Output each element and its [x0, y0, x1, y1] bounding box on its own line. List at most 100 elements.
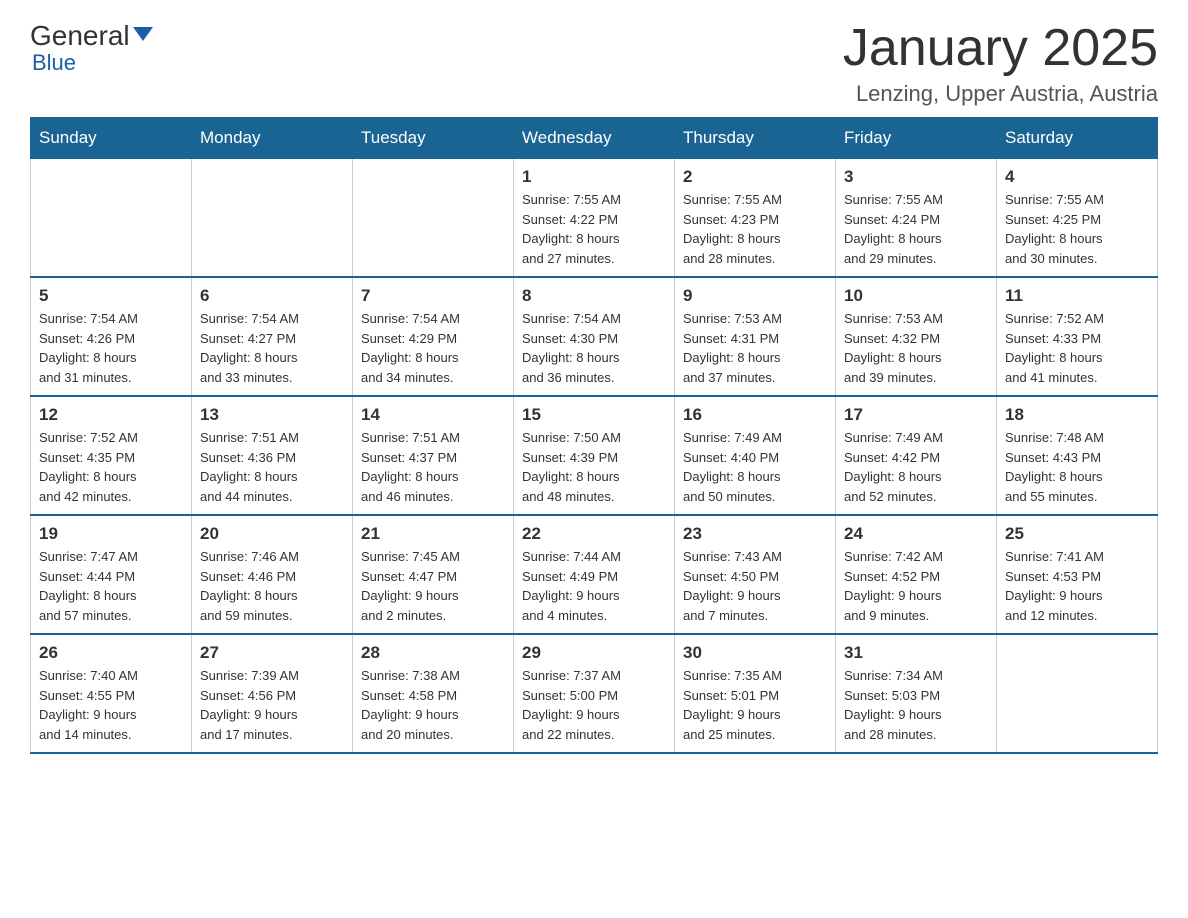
- calendar-cell: [353, 159, 514, 278]
- day-info: Sunrise: 7:53 AM Sunset: 4:32 PM Dayligh…: [844, 309, 988, 387]
- day-number: 15: [522, 405, 666, 425]
- calendar-cell: 18 Sunrise: 7:48 AM Sunset: 4:43 PM Dayli…: [997, 396, 1158, 515]
- day-number: 29: [522, 643, 666, 663]
- day-info: Sunrise: 7:54 AM Sunset: 4:27 PM Dayligh…: [200, 309, 344, 387]
- calendar-cell: 9Sunrise: 7:53 AM Sunset: 4:31 PM Daylig…: [675, 277, 836, 396]
- day-number: 4: [1005, 167, 1149, 187]
- logo-blue-text: Blue: [32, 50, 76, 76]
- week-row-3: 12 Sunrise: 7:52 AM Sunset: 4:35 PM Dayli…: [31, 396, 1158, 515]
- day-info: Sunrise: 7:42 AM Sunset: 4:52 PM Dayligh…: [844, 547, 988, 625]
- header-sunday: Sunday: [31, 118, 192, 159]
- day-number: 31: [844, 643, 988, 663]
- calendar-cell: 6 Sunrise: 7:54 AM Sunset: 4:27 PM Daylig…: [192, 277, 353, 396]
- header-tuesday: Tuesday: [353, 118, 514, 159]
- calendar-cell: 12 Sunrise: 7:52 AM Sunset: 4:35 PM Dayli…: [31, 396, 192, 515]
- calendar-cell: 7 Sunrise: 7:54 AM Sunset: 4:29 PM Daylig…: [353, 277, 514, 396]
- calendar-cell: 27 Sunrise: 7:39 AM Sunset: 4:56 PM Dayli…: [192, 634, 353, 753]
- day-info: Sunrise: 7:54 AM Sunset: 4:26 PM Dayligh…: [39, 309, 183, 387]
- day-number: 6: [200, 286, 344, 306]
- day-info: Sunrise: 7:39 AM Sunset: 4:56 PM Dayligh…: [200, 666, 344, 744]
- calendar-cell: 16 Sunrise: 7:49 AM Sunset: 4:40 PM Dayli…: [675, 396, 836, 515]
- calendar-cell: [192, 159, 353, 278]
- day-info: Sunrise: 7:48 AM Sunset: 4:43 PM Dayligh…: [1005, 428, 1149, 506]
- day-info: Sunrise: 7:55 AM Sunset: 4:24 PM Dayligh…: [844, 190, 988, 268]
- day-info: Sunrise: 7:35 AM Sunset: 5:01 PM Dayligh…: [683, 666, 827, 744]
- day-number: 19: [39, 524, 183, 544]
- header-saturday: Saturday: [997, 118, 1158, 159]
- calendar-cell: 10Sunrise: 7:53 AM Sunset: 4:32 PM Dayli…: [836, 277, 997, 396]
- logo-general-text: General: [30, 20, 130, 52]
- calendar-table: SundayMondayTuesdayWednesdayThursdayFrid…: [30, 117, 1158, 754]
- day-number: 14: [361, 405, 505, 425]
- day-info: Sunrise: 7:51 AM Sunset: 4:36 PM Dayligh…: [200, 428, 344, 506]
- calendar-cell: 25 Sunrise: 7:41 AM Sunset: 4:53 PM Dayli…: [997, 515, 1158, 634]
- day-number: 25: [1005, 524, 1149, 544]
- day-number: 17: [844, 405, 988, 425]
- day-info: Sunrise: 7:51 AM Sunset: 4:37 PM Dayligh…: [361, 428, 505, 506]
- logo-triangle-icon: [133, 27, 153, 41]
- calendar-cell: 15 Sunrise: 7:50 AM Sunset: 4:39 PM Dayli…: [514, 396, 675, 515]
- day-info: Sunrise: 7:50 AM Sunset: 4:39 PM Dayligh…: [522, 428, 666, 506]
- day-number: 1: [522, 167, 666, 187]
- header-friday: Friday: [836, 118, 997, 159]
- day-number: 18: [1005, 405, 1149, 425]
- calendar-cell: 22 Sunrise: 7:44 AM Sunset: 4:49 PM Dayli…: [514, 515, 675, 634]
- week-row-5: 26Sunrise: 7:40 AM Sunset: 4:55 PM Dayli…: [31, 634, 1158, 753]
- header-wednesday: Wednesday: [514, 118, 675, 159]
- calendar-cell: 31 Sunrise: 7:34 AM Sunset: 5:03 PM Dayli…: [836, 634, 997, 753]
- logo: General Blue: [30, 20, 153, 76]
- day-info: Sunrise: 7:41 AM Sunset: 4:53 PM Dayligh…: [1005, 547, 1149, 625]
- day-info: Sunrise: 7:54 AM Sunset: 4:29 PM Dayligh…: [361, 309, 505, 387]
- day-number: 7: [361, 286, 505, 306]
- day-info: Sunrise: 7:40 AM Sunset: 4:55 PM Dayligh…: [39, 666, 183, 744]
- day-info: Sunrise: 7:34 AM Sunset: 5:03 PM Dayligh…: [844, 666, 988, 744]
- calendar-cell: 1 Sunrise: 7:55 AM Sunset: 4:22 PM Daylig…: [514, 159, 675, 278]
- day-number: 5: [39, 286, 183, 306]
- day-info: Sunrise: 7:49 AM Sunset: 4:42 PM Dayligh…: [844, 428, 988, 506]
- day-info: Sunrise: 7:52 AM Sunset: 4:35 PM Dayligh…: [39, 428, 183, 506]
- week-row-2: 5 Sunrise: 7:54 AM Sunset: 4:26 PM Daylig…: [31, 277, 1158, 396]
- calendar-cell: 21 Sunrise: 7:45 AM Sunset: 4:47 PM Dayli…: [353, 515, 514, 634]
- calendar-cell: 5 Sunrise: 7:54 AM Sunset: 4:26 PM Daylig…: [31, 277, 192, 396]
- week-row-4: 19 Sunrise: 7:47 AM Sunset: 4:44 PM Dayli…: [31, 515, 1158, 634]
- week-row-1: 1 Sunrise: 7:55 AM Sunset: 4:22 PM Daylig…: [31, 159, 1158, 278]
- header-thursday: Thursday: [675, 118, 836, 159]
- calendar-cell: 17 Sunrise: 7:49 AM Sunset: 4:42 PM Dayli…: [836, 396, 997, 515]
- day-number: 2: [683, 167, 827, 187]
- day-info: Sunrise: 7:45 AM Sunset: 4:47 PM Dayligh…: [361, 547, 505, 625]
- day-number: 28: [361, 643, 505, 663]
- calendar-cell: 30Sunrise: 7:35 AM Sunset: 5:01 PM Dayli…: [675, 634, 836, 753]
- day-number: 27: [200, 643, 344, 663]
- day-number: 23: [683, 524, 827, 544]
- day-number: 22: [522, 524, 666, 544]
- day-number: 3: [844, 167, 988, 187]
- calendar-header-row: SundayMondayTuesdayWednesdayThursdayFrid…: [31, 118, 1158, 159]
- calendar-cell: 19 Sunrise: 7:47 AM Sunset: 4:44 PM Dayli…: [31, 515, 192, 634]
- day-number: 16: [683, 405, 827, 425]
- title-section: January 2025 Lenzing, Upper Austria, Aus…: [843, 20, 1158, 107]
- day-number: 21: [361, 524, 505, 544]
- day-number: 8: [522, 286, 666, 306]
- day-info: Sunrise: 7:47 AM Sunset: 4:44 PM Dayligh…: [39, 547, 183, 625]
- day-number: 13: [200, 405, 344, 425]
- calendar-cell: 13 Sunrise: 7:51 AM Sunset: 4:36 PM Dayli…: [192, 396, 353, 515]
- day-info: Sunrise: 7:44 AM Sunset: 4:49 PM Dayligh…: [522, 547, 666, 625]
- calendar-cell: 14 Sunrise: 7:51 AM Sunset: 4:37 PM Dayli…: [353, 396, 514, 515]
- day-info: Sunrise: 7:37 AM Sunset: 5:00 PM Dayligh…: [522, 666, 666, 744]
- day-info: Sunrise: 7:49 AM Sunset: 4:40 PM Dayligh…: [683, 428, 827, 506]
- day-number: 12: [39, 405, 183, 425]
- calendar-cell: 23 Sunrise: 7:43 AM Sunset: 4:50 PM Dayli…: [675, 515, 836, 634]
- location-text: Lenzing, Upper Austria, Austria: [843, 81, 1158, 107]
- day-info: Sunrise: 7:54 AM Sunset: 4:30 PM Dayligh…: [522, 309, 666, 387]
- calendar-cell: 11Sunrise: 7:52 AM Sunset: 4:33 PM Dayli…: [997, 277, 1158, 396]
- day-info: Sunrise: 7:55 AM Sunset: 4:22 PM Dayligh…: [522, 190, 666, 268]
- day-info: Sunrise: 7:43 AM Sunset: 4:50 PM Dayligh…: [683, 547, 827, 625]
- day-info: Sunrise: 7:46 AM Sunset: 4:46 PM Dayligh…: [200, 547, 344, 625]
- day-number: 11: [1005, 286, 1149, 306]
- day-number: 20: [200, 524, 344, 544]
- calendar-cell: 4Sunrise: 7:55 AM Sunset: 4:25 PM Daylig…: [997, 159, 1158, 278]
- month-year-title: January 2025: [843, 20, 1158, 77]
- day-info: Sunrise: 7:53 AM Sunset: 4:31 PM Dayligh…: [683, 309, 827, 387]
- calendar-cell: 24Sunrise: 7:42 AM Sunset: 4:52 PM Dayli…: [836, 515, 997, 634]
- calendar-cell: 26Sunrise: 7:40 AM Sunset: 4:55 PM Dayli…: [31, 634, 192, 753]
